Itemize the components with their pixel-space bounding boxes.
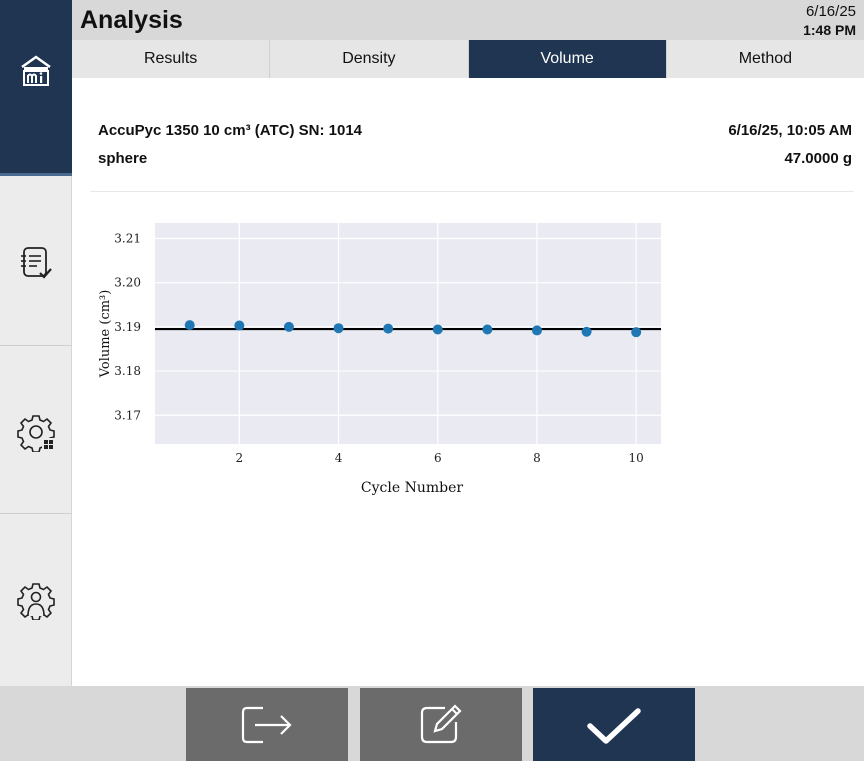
y-tick-label: 3.20 (114, 276, 141, 290)
sidebar-top (0, 0, 72, 38)
data-point (581, 326, 592, 337)
data-point (531, 325, 542, 336)
y-tick-label: 3.19 (114, 320, 141, 334)
tab-volume[interactable]: Volume (468, 40, 667, 78)
sidebar-separator (0, 513, 72, 514)
data-point (631, 327, 642, 338)
y-axis-label: Volume (cm³) (98, 290, 113, 379)
data-point (234, 320, 245, 331)
sidebar-separator (0, 345, 72, 346)
page-title: Analysis (80, 6, 183, 34)
x-tick-label: 2 (236, 451, 244, 465)
x-tick-label: 4 (335, 451, 343, 465)
sidebar (0, 0, 72, 686)
tab-density[interactable]: Density (270, 40, 469, 78)
check-icon (587, 707, 641, 744)
y-tick-label: 3.18 (114, 364, 141, 378)
sidebar-item-settings[interactable] (0, 392, 72, 472)
data-point (333, 323, 344, 334)
bottom-bar (0, 686, 864, 761)
tab-method[interactable]: Method (667, 40, 864, 78)
sidebar-item-home[interactable] (0, 38, 72, 176)
y-tick-label: 3.21 (114, 231, 141, 245)
data-point (184, 320, 195, 331)
sample-mass: 47.0000 g (784, 150, 852, 167)
x-tick-label: 8 (533, 451, 541, 465)
x-tick-label: 10 (629, 451, 644, 465)
edit-button[interactable] (360, 688, 522, 761)
analysis-datetime: 6/16/25, 10:05 AM (728, 122, 852, 139)
home-mi-icon (21, 55, 51, 86)
exit-arrow-icon (241, 706, 292, 743)
divider (90, 191, 854, 192)
header-date: 6/16/25 (805, 3, 856, 20)
tab-bar: Results Density Volume Method (72, 40, 864, 78)
sidebar-item-reports[interactable] (0, 224, 72, 304)
x-tick-label: 6 (434, 451, 442, 465)
data-point (482, 324, 493, 335)
gear-grid-icon (17, 415, 55, 452)
instrument-label: AccuPyc 1350 10 cm³ (ATC) SN: 1014 (98, 122, 363, 139)
gear-user-icon (17, 583, 55, 620)
report-checklist-icon (21, 247, 52, 279)
tab-results[interactable]: Results (72, 40, 271, 78)
sidebar-item-user-settings[interactable] (0, 560, 72, 640)
confirm-button[interactable] (533, 688, 695, 761)
data-point (283, 321, 294, 332)
x-axis-label: Cycle Number (361, 480, 463, 496)
data-point (432, 324, 443, 335)
edit-pencil-icon (420, 703, 462, 743)
header: Analysis 6/16/25 1:48 PM (72, 0, 864, 40)
data-point (383, 323, 394, 334)
exit-button[interactable] (186, 688, 348, 761)
y-tick-label: 3.17 (114, 408, 141, 422)
sample-name: sphere (98, 150, 148, 167)
header-time: 1:48 PM (803, 22, 856, 38)
volume-chart-svg: 2 4 6 8 103.213.203.193.183.17 Cycle Number … (98, 223, 661, 496)
volume-chart: 2 4 6 8 10 3.21 3.20 3.19 3.18 3.17 Cycle Number … (95, 215, 675, 509)
